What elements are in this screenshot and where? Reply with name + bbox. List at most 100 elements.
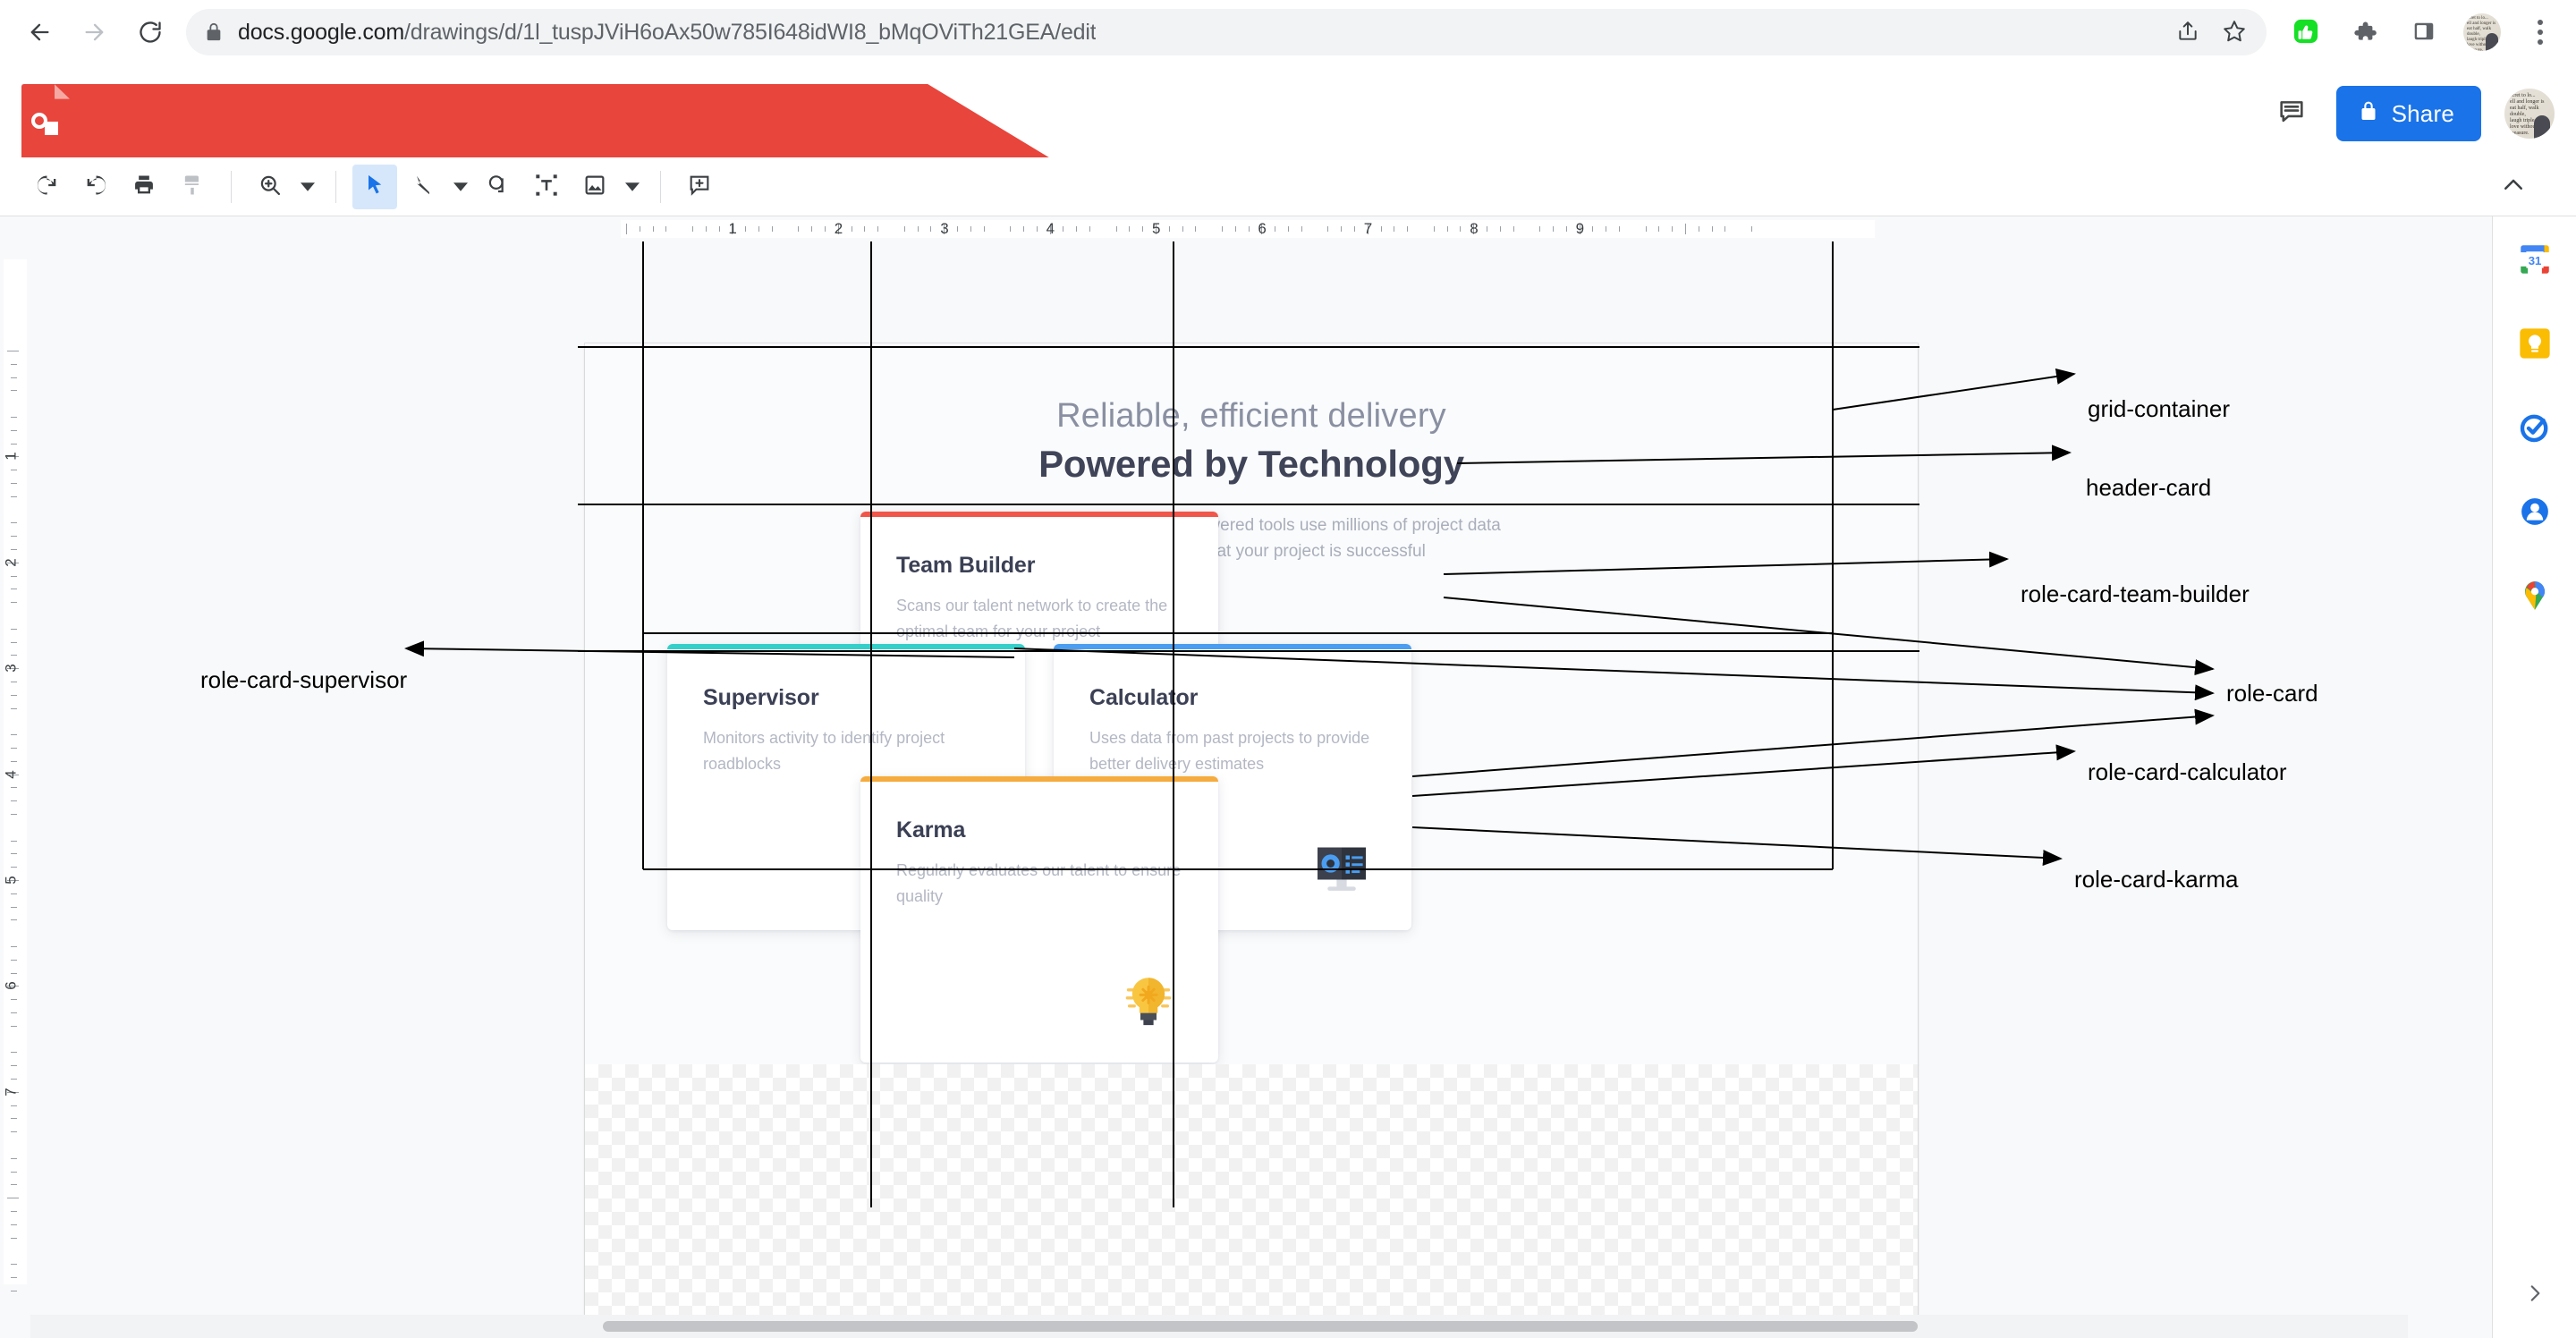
sidebar-item-google-keep[interactable] bbox=[2512, 322, 2558, 368]
sidebar-item-google-calendar[interactable]: 31 bbox=[2512, 238, 2558, 284]
app-header: Untitled drawing File Edit View Insert F… bbox=[0, 64, 2576, 1077]
browser-extension-icons: ecret to lo... ell and longer is eat half,… bbox=[2274, 13, 2560, 52]
chevron-up-icon bbox=[2500, 172, 2527, 203]
sidebar-item-google-contacts[interactable] bbox=[2512, 490, 2558, 537]
card-accent-bar bbox=[667, 644, 1025, 649]
line-dropdown-caret[interactable] bbox=[449, 165, 472, 209]
star-icon bbox=[2223, 20, 2246, 46]
card-description: Scans our talent network to create the o… bbox=[896, 597, 1168, 641]
toolbar-separator bbox=[660, 170, 661, 203]
sidebar-item-google-tasks[interactable] bbox=[2512, 406, 2558, 453]
card-accent-bar bbox=[1054, 644, 1411, 649]
horizontal-scrollbar[interactable] bbox=[30, 1315, 2408, 1338]
zoom-dropdown-caret[interactable] bbox=[296, 165, 319, 209]
tasks-check-icon bbox=[2516, 409, 2554, 451]
cursor-arrow-icon bbox=[362, 173, 387, 200]
lock-icon bbox=[204, 22, 224, 42]
line-tool[interactable] bbox=[401, 165, 445, 209]
address-bar[interactable]: docs.google.com/drawings/d/1l_tuspJViH6o… bbox=[186, 9, 2267, 55]
card-accent-bar bbox=[860, 776, 1218, 782]
annotation-role-card-calculator: role-card-calculator bbox=[2088, 758, 2287, 785]
avatar-figure bbox=[2534, 115, 2550, 139]
thumbs-up-extension-button[interactable] bbox=[2286, 13, 2326, 52]
browser-toolbar: docs.google.com/drawings/d/1l_tuspJViH6o… bbox=[0, 0, 2576, 64]
card-title: Karma bbox=[896, 817, 966, 843]
url-path: /drawings/d/1l_tuspJViH6oAx50w785I648idW… bbox=[404, 19, 1097, 45]
card-description: Monitors activity to identify project ro… bbox=[703, 729, 945, 774]
share-button[interactable]: Share bbox=[2335, 86, 2481, 141]
line-icon bbox=[411, 173, 436, 200]
comment-history-button[interactable] bbox=[2270, 92, 2313, 135]
svg-text:31: 31 bbox=[2528, 254, 2541, 267]
omnibox-actions bbox=[2168, 9, 2263, 55]
redo-button[interactable] bbox=[73, 165, 118, 209]
ruler-label-v: 6 bbox=[2, 981, 20, 991]
image-dropdown-caret[interactable] bbox=[621, 165, 644, 209]
side-panel-button[interactable] bbox=[2404, 13, 2444, 52]
text-box-icon bbox=[534, 173, 559, 200]
undo-button[interactable] bbox=[25, 165, 70, 209]
text-box-tool[interactable] bbox=[524, 165, 569, 209]
share-button-label: Share bbox=[2391, 99, 2454, 127]
print-icon bbox=[131, 173, 157, 200]
lock-icon bbox=[2358, 100, 2379, 128]
scrollbar-thumb[interactable] bbox=[603, 1321, 1918, 1332]
drawing-page[interactable]: Reliable, efficient delivery Powered by … bbox=[585, 343, 1918, 1315]
collapse-toolbar-button[interactable] bbox=[2494, 170, 2533, 204]
profile-avatar-icon[interactable]: ecret to lo... ell and longer is eat half,… bbox=[2463, 13, 2501, 51]
card-title: Calculator bbox=[1089, 685, 1199, 710]
annotation-role-card: role-card bbox=[2226, 680, 2318, 707]
annotation-grid-container: grid-container bbox=[2088, 395, 2230, 422]
light-bulb-icon bbox=[1116, 968, 1181, 1032]
sidebar-item-google-maps[interactable] bbox=[2512, 574, 2558, 621]
workspace: 1 2 3 4 5 6 7 8 9 1 2 3 4 5 6 7 Reliable, efficient de… bbox=[0, 216, 2492, 1338]
zoom-button[interactable] bbox=[248, 165, 292, 209]
share-page-button[interactable] bbox=[2168, 13, 2207, 52]
ruler-label-h: 5 bbox=[1152, 220, 1161, 237]
sidepanel-icon bbox=[2412, 20, 2436, 46]
ruler-label-v: 3 bbox=[2, 664, 20, 673]
header-card: Reliable, efficient delivery Powered by … bbox=[585, 397, 1918, 565]
calendar-31-icon: 31 bbox=[2516, 241, 2554, 283]
annotation-role-card-supervisor: role-card-supervisor bbox=[200, 666, 408, 693]
role-card-karma[interactable]: Karma Regularly evaluates our talent to … bbox=[860, 776, 1218, 1063]
transparent-region bbox=[585, 1064, 1918, 1315]
shape-icon bbox=[486, 173, 511, 200]
google-drawings-logo[interactable] bbox=[21, 84, 1354, 1077]
maps-pin-icon bbox=[2518, 579, 2552, 617]
url-domain: docs.google.com bbox=[238, 19, 405, 45]
comment-tool[interactable] bbox=[677, 165, 722, 209]
chevron-right-icon bbox=[2523, 1282, 2546, 1309]
horizontal-ruler[interactable]: 1 2 3 4 5 6 7 8 9 bbox=[30, 216, 2492, 241]
image-tool[interactable] bbox=[572, 165, 617, 209]
back-button[interactable] bbox=[16, 9, 63, 55]
account-avatar[interactable]: ecret to lo... ell and longer is eat half,… bbox=[2504, 89, 2555, 139]
vertical-ruler[interactable]: 1 2 3 4 5 6 7 bbox=[0, 241, 30, 1338]
expand-sidebar-button[interactable] bbox=[2517, 1277, 2553, 1313]
image-icon bbox=[582, 173, 607, 200]
select-tool[interactable] bbox=[352, 164, 397, 209]
ruler-label-v: 7 bbox=[2, 1088, 20, 1097]
ruler-label-h: 3 bbox=[940, 220, 949, 237]
reload-icon bbox=[138, 20, 163, 45]
print-button[interactable] bbox=[122, 165, 166, 209]
card-title: Team Builder bbox=[896, 553, 1036, 578]
google-apps-sidebar: 31 bbox=[2492, 216, 2576, 1338]
hero-subtitle: Reliable, efficient delivery bbox=[1056, 397, 1446, 435]
forward-button[interactable] bbox=[72, 9, 118, 55]
extensions-button[interactable] bbox=[2345, 13, 2385, 52]
thumbs-up-extension-icon bbox=[2292, 18, 2319, 47]
ruler-label-h: 9 bbox=[1575, 220, 1585, 237]
forward-arrow-icon bbox=[82, 20, 107, 45]
hero-title: Powered by Technology bbox=[1038, 443, 1464, 485]
canvas-area[interactable]: Reliable, efficient delivery Powered by … bbox=[30, 241, 2492, 1315]
puzzle-extension-icon bbox=[2352, 19, 2377, 47]
paint-format-button[interactable] bbox=[170, 165, 215, 209]
shape-tool[interactable] bbox=[476, 165, 521, 209]
ruler-label-h: 8 bbox=[1470, 220, 1479, 237]
chrome-menu-button[interactable] bbox=[2521, 13, 2560, 52]
bookmark-button[interactable] bbox=[2215, 13, 2254, 52]
ruler-label-v: 2 bbox=[2, 558, 20, 567]
avatar-figure bbox=[2486, 33, 2498, 51]
reload-button[interactable] bbox=[127, 9, 174, 55]
